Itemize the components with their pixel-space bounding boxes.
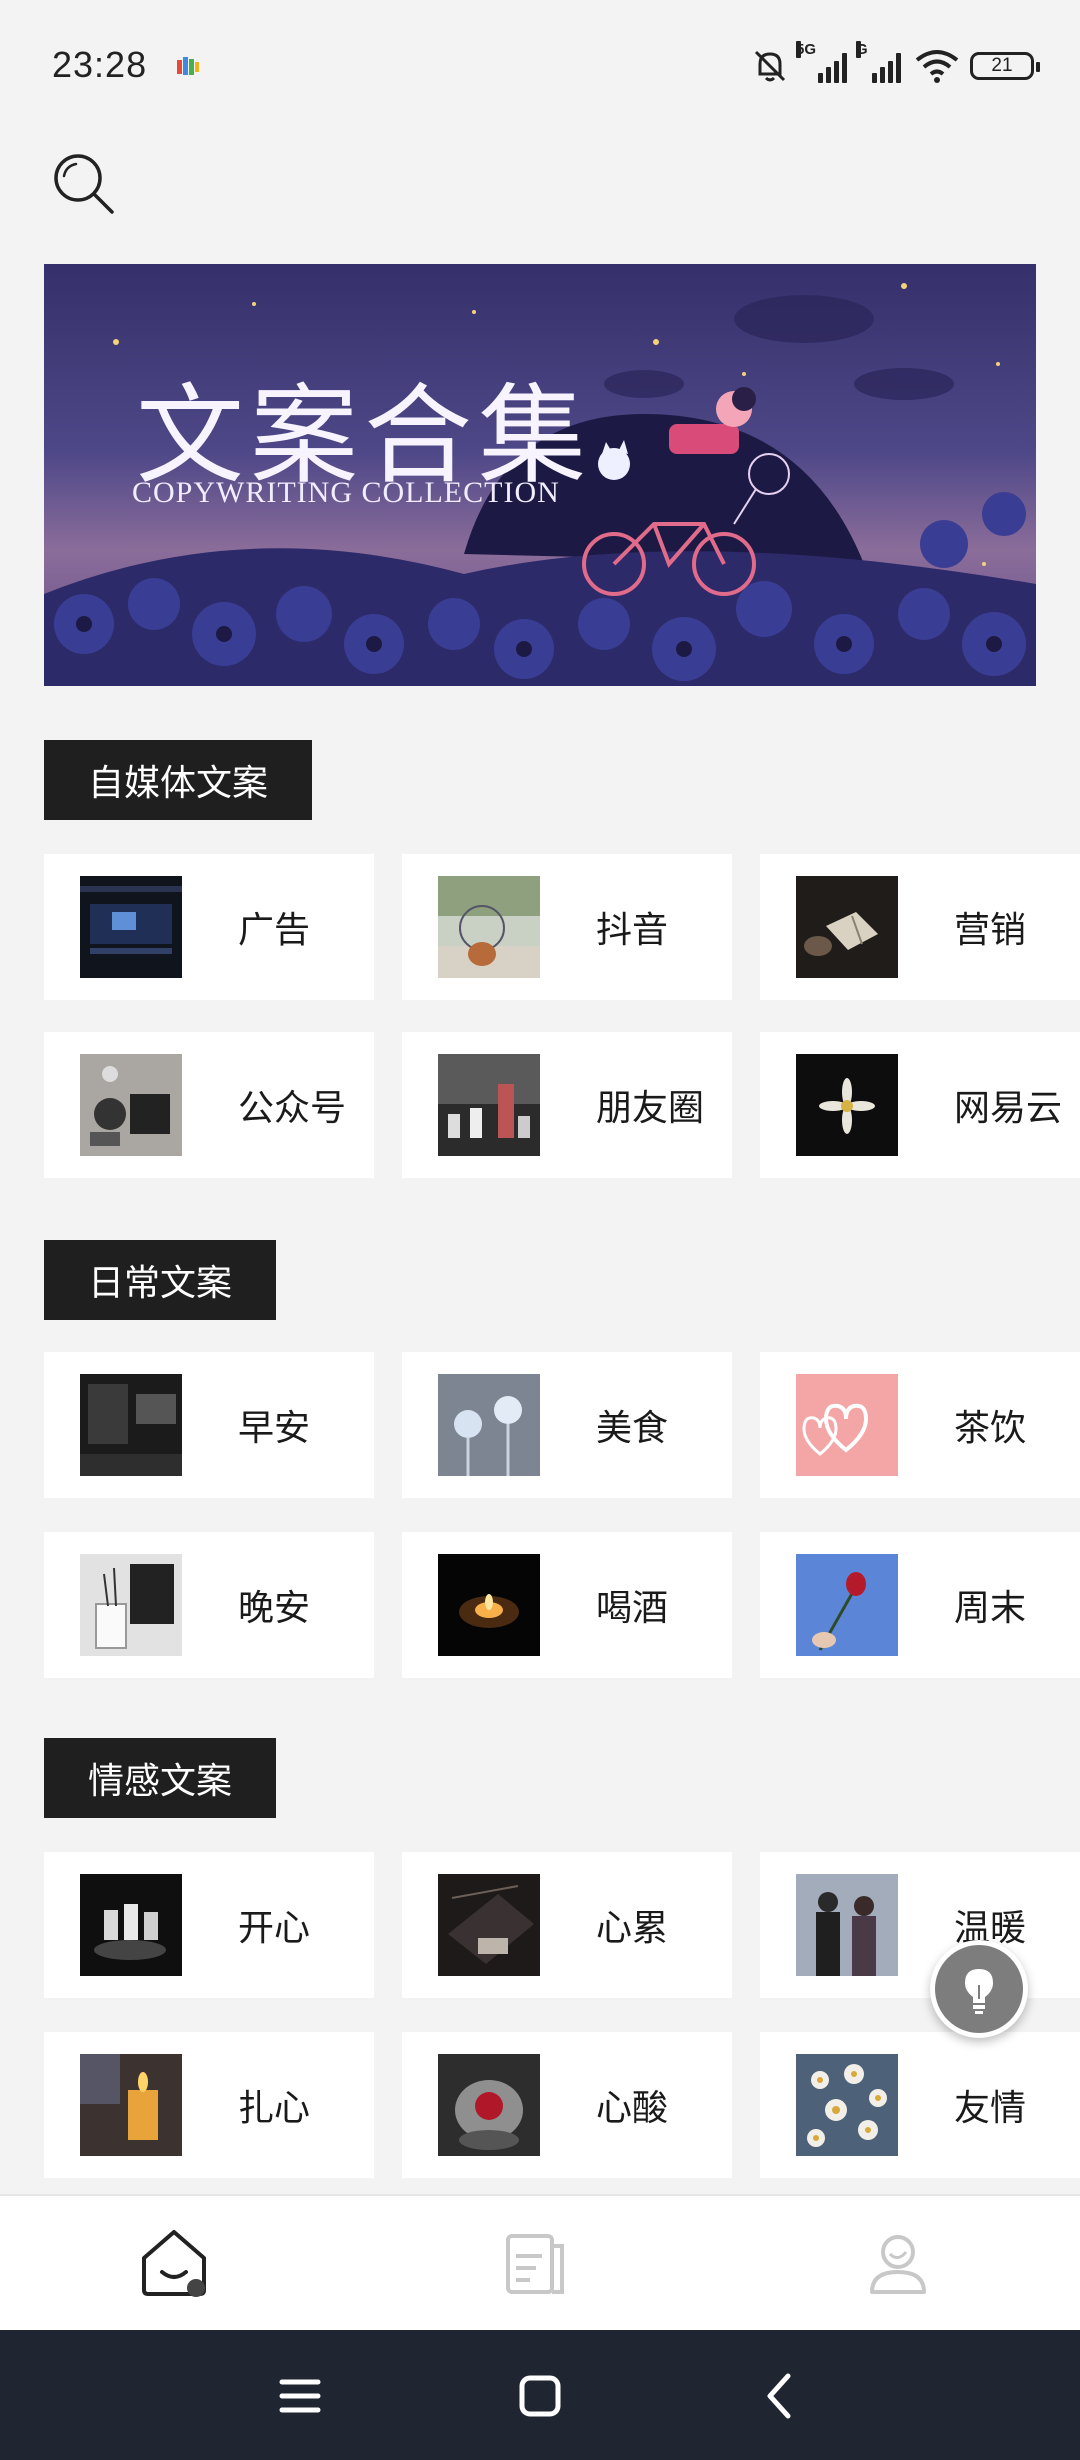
category-label: 周末: [954, 1588, 1027, 1629]
battery-level: 21: [991, 55, 1013, 76]
status-time: 23:28: [52, 44, 148, 85]
category-label: 营销: [954, 910, 1027, 951]
status-icons: 5G G 21: [750, 41, 1040, 88]
category-card-happy[interactable]: 开心: [44, 1852, 374, 1998]
category-label: 公众号: [238, 1088, 347, 1129]
network-5g-label: 5G: [796, 41, 817, 58]
category-card-douyin[interactable]: 抖音: [402, 854, 732, 1000]
battery-icon: 21: [970, 52, 1040, 80]
category-thumbnail: [80, 1874, 182, 1976]
section-title-emotion: 情感文案: [44, 1738, 277, 1818]
lightbulb-icon: [965, 1969, 993, 2014]
category-card-food[interactable]: 美食: [402, 1352, 732, 1498]
category-thumbnail: [438, 1874, 540, 1976]
category-label: 晚安: [238, 1588, 311, 1629]
status-bar: 23:28 5G G 21: [0, 0, 1080, 130]
category-thumbnail: [796, 1054, 898, 1156]
category-thumbnail: [80, 1374, 182, 1476]
category-label: 友情: [954, 2088, 1027, 2129]
category-label: 美食: [596, 1408, 669, 1449]
category-card-heartbreak[interactable]: 扎心: [44, 2032, 374, 2178]
category-card-drink[interactable]: 喝酒: [402, 1532, 732, 1678]
idea-fab-button[interactable]: [930, 1940, 1028, 2038]
category-thumbnail: [438, 2054, 540, 2156]
section-title-daily: 日常文案: [44, 1240, 277, 1320]
banner-subtitle: COPYWRITING COLLECTION: [132, 476, 560, 509]
section-title-text: 自媒体文案: [88, 763, 269, 804]
category-card-tired[interactable]: 心累: [402, 1852, 732, 1998]
category-thumbnail: [796, 876, 898, 978]
network-g-label: G: [856, 41, 868, 58]
category-thumbnail: [796, 2054, 898, 2156]
category-thumbnail: [80, 2054, 182, 2156]
bottom-nav: [0, 2194, 1080, 2332]
category-thumbnail: [796, 1374, 898, 1476]
category-label: 朋友圈: [596, 1088, 705, 1129]
category-label: 心累: [596, 1908, 669, 1949]
category-label: 广告: [238, 910, 311, 951]
category-card-marketing[interactable]: 营销: [760, 854, 1080, 1000]
category-thumbnail: [438, 1374, 540, 1476]
home-square-icon[interactable]: [512, 2368, 568, 2424]
category-thumbnail: [80, 1554, 182, 1656]
category-thumbnail: [796, 1874, 898, 1976]
category-thumbnail: [438, 1054, 540, 1156]
category-thumbnail: [438, 876, 540, 978]
signal-g-icon: G: [856, 41, 904, 83]
category-label: 抖音: [596, 910, 669, 951]
signal-5g-icon: 5G: [796, 41, 850, 83]
search-icon[interactable]: [44, 144, 124, 224]
category-thumbnail: [80, 1054, 182, 1156]
category-thumbnail: [80, 876, 182, 978]
mute-bell-icon: [754, 50, 786, 82]
system-nav-bar: [0, 2330, 1080, 2460]
profile-icon[interactable]: [858, 2222, 938, 2302]
category-card-ad[interactable]: 广告: [44, 854, 374, 1000]
category-card-official-account[interactable]: 公众号: [44, 1032, 374, 1178]
menu-icon[interactable]: [272, 2368, 328, 2424]
category-label: 喝酒: [596, 1588, 669, 1629]
section-title-text: 日常文案: [88, 1263, 233, 1304]
wifi-icon: [915, 50, 959, 83]
category-label: 早安: [238, 1408, 311, 1449]
category-label: 茶饮: [954, 1408, 1027, 1449]
category-thumbnail: [796, 1554, 898, 1656]
banner[interactable]: 文案合集 COPYWRITING COLLECTION: [44, 264, 1036, 686]
category-thumbnail: [438, 1554, 540, 1656]
category-label: 网易云: [954, 1088, 1063, 1129]
category-card-netease[interactable]: 网易云: [760, 1032, 1080, 1178]
category-card-night[interactable]: 晚安: [44, 1532, 374, 1678]
category-card-warm[interactable]: 温暖: [760, 1852, 1080, 1998]
document-icon[interactable]: [496, 2222, 576, 2302]
category-card-morning[interactable]: 早安: [44, 1352, 374, 1498]
category-card-sour[interactable]: 心酸: [402, 2032, 732, 2178]
section-title-media: 自媒体文案: [44, 740, 313, 820]
category-label: 开心: [238, 1908, 311, 1949]
section-title-text: 情感文案: [88, 1761, 233, 1802]
back-icon[interactable]: [752, 2368, 808, 2424]
home-icon[interactable]: [134, 2222, 214, 2302]
category-card-moments[interactable]: 朋友圈: [402, 1032, 732, 1178]
category-card-friendship[interactable]: 友情: [760, 2032, 1080, 2178]
category-card-tea[interactable]: 茶饮: [760, 1352, 1080, 1498]
category-label: 扎心: [238, 2088, 311, 2129]
category-card-weekend[interactable]: 周末: [760, 1532, 1080, 1678]
category-label: 心酸: [596, 2088, 669, 2129]
app-notification-icon: [177, 57, 199, 75]
